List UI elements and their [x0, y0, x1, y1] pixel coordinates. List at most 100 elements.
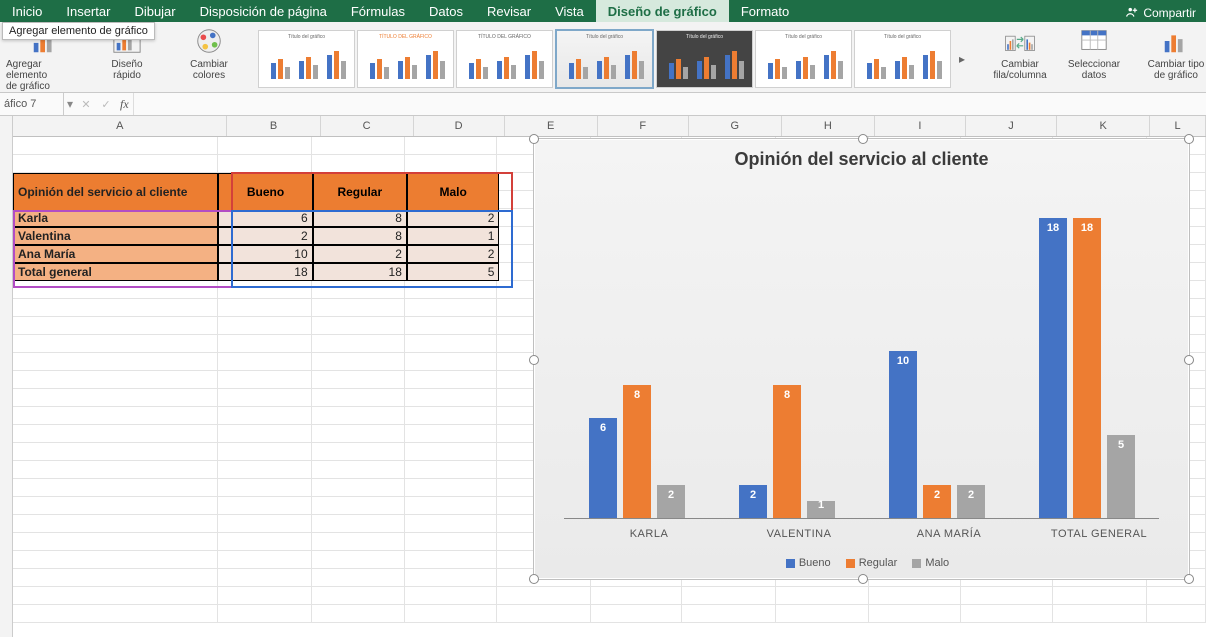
cell[interactable] — [869, 587, 961, 605]
chart-style-7[interactable]: Título del gráfico — [854, 30, 951, 88]
cell[interactable] — [312, 587, 406, 605]
menu-formulas[interactable]: Fórmulas — [339, 0, 417, 22]
cell[interactable]: Malo — [407, 173, 499, 211]
cell[interactable] — [961, 587, 1053, 605]
cell[interactable] — [13, 137, 218, 155]
chart-bar[interactable]: 2 — [957, 485, 985, 518]
cell[interactable] — [13, 461, 218, 479]
confirm-entry-icon[interactable]: ✓ — [96, 98, 116, 111]
cell[interactable] — [405, 479, 497, 497]
sheet-grid[interactable]: ABCDEFGHIJKL Opinión del servicio al cli… — [13, 116, 1206, 637]
chart-handle[interactable] — [1184, 355, 1194, 365]
cell[interactable] — [218, 569, 312, 587]
chart-style-3[interactable]: TÍTULO DEL GRÁFICO — [456, 30, 553, 88]
cell[interactable]: 5 — [407, 263, 499, 281]
cell[interactable] — [312, 443, 406, 461]
cell[interactable] — [405, 299, 497, 317]
chart-handle[interactable] — [1184, 134, 1194, 144]
cell[interactable] — [776, 587, 870, 605]
cell[interactable] — [312, 533, 406, 551]
menu-diseno-grafico[interactable]: Diseño de gráfico — [596, 0, 729, 22]
cell[interactable]: 2 — [313, 245, 407, 263]
cell[interactable]: 18 — [218, 263, 312, 281]
menu-dibujar[interactable]: Dibujar — [122, 0, 187, 22]
cell[interactable] — [218, 515, 312, 533]
cell[interactable] — [218, 155, 312, 173]
cell[interactable] — [13, 497, 218, 515]
chart-style-1[interactable]: Título del gráfico — [258, 30, 355, 88]
cell[interactable] — [312, 497, 406, 515]
cell[interactable] — [13, 533, 218, 551]
chart-bar[interactable]: 18 — [1039, 218, 1067, 518]
chart-handle[interactable] — [529, 355, 539, 365]
cell[interactable] — [405, 353, 497, 371]
cell[interactable]: 2 — [407, 209, 499, 227]
cell[interactable] — [13, 389, 218, 407]
cell[interactable] — [13, 425, 218, 443]
cell[interactable] — [405, 443, 497, 461]
row-headers[interactable] — [0, 116, 13, 637]
share-button[interactable]: Compartir — [1115, 0, 1206, 22]
column-headers[interactable]: ABCDEFGHIJKL — [13, 116, 1206, 137]
cell[interactable] — [497, 605, 591, 623]
chart-style-2[interactable]: TÍTULO DEL GRÁFICO — [357, 30, 454, 88]
cell[interactable]: Total general — [13, 263, 218, 281]
chart-bar[interactable]: 2 — [657, 485, 685, 518]
cell[interactable] — [312, 155, 406, 173]
cell[interactable] — [218, 497, 312, 515]
chart-handle[interactable] — [858, 134, 868, 144]
cell[interactable] — [405, 407, 497, 425]
cell[interactable]: Ana María — [13, 245, 218, 263]
menu-datos[interactable]: Datos — [417, 0, 475, 22]
cell[interactable] — [405, 533, 497, 551]
cell[interactable] — [1053, 605, 1147, 623]
cell[interactable] — [218, 587, 312, 605]
chart-object[interactable]: Opinión del servicio al cliente KARLA682… — [533, 138, 1190, 580]
cell[interactable] — [218, 479, 312, 497]
cell[interactable] — [13, 407, 218, 425]
cell[interactable]: 1 — [407, 227, 499, 245]
cell[interactable] — [312, 407, 406, 425]
cell[interactable] — [218, 299, 312, 317]
chart-style-5[interactable]: Título del gráfico — [656, 30, 753, 88]
cell[interactable] — [405, 605, 497, 623]
chart-bar[interactable]: 2 — [923, 485, 951, 518]
cell[interactable] — [776, 605, 870, 623]
cell[interactable] — [218, 317, 312, 335]
cell[interactable] — [312, 605, 406, 623]
col-header-G[interactable]: G — [689, 116, 782, 136]
cell[interactable] — [405, 281, 497, 299]
cell[interactable] — [312, 137, 406, 155]
menu-revisar[interactable]: Revisar — [475, 0, 543, 22]
cell[interactable] — [312, 335, 406, 353]
col-header-L[interactable]: L — [1150, 116, 1206, 136]
chart-handle[interactable] — [529, 134, 539, 144]
col-header-A[interactable]: A — [13, 116, 227, 136]
cell[interactable]: 10 — [218, 245, 312, 263]
cell[interactable] — [405, 335, 497, 353]
cell[interactable] — [13, 371, 218, 389]
menu-inicio[interactable]: Inicio — [0, 0, 54, 22]
cell[interactable] — [13, 353, 218, 371]
cell[interactable] — [312, 425, 406, 443]
col-header-F[interactable]: F — [598, 116, 689, 136]
cell[interactable] — [13, 281, 218, 299]
menu-insertar[interactable]: Insertar — [54, 0, 122, 22]
col-header-J[interactable]: J — [966, 116, 1057, 136]
cell[interactable] — [312, 479, 406, 497]
chart-bar[interactable]: 18 — [1073, 218, 1101, 518]
chart-bar[interactable]: 1 — [807, 501, 835, 518]
cell[interactable] — [13, 443, 218, 461]
cell[interactable] — [961, 605, 1053, 623]
cell[interactable] — [218, 551, 312, 569]
cell[interactable] — [405, 155, 497, 173]
chart-bar[interactable]: 10 — [889, 351, 917, 518]
cell[interactable] — [1147, 587, 1206, 605]
cell[interactable] — [405, 515, 497, 533]
cell[interactable] — [405, 569, 497, 587]
cell[interactable] — [682, 605, 776, 623]
cell[interactable]: Opinión del servicio al cliente — [13, 173, 218, 211]
cell[interactable] — [218, 605, 312, 623]
chart-handle[interactable] — [858, 574, 868, 584]
cell[interactable]: Bueno — [218, 173, 312, 211]
